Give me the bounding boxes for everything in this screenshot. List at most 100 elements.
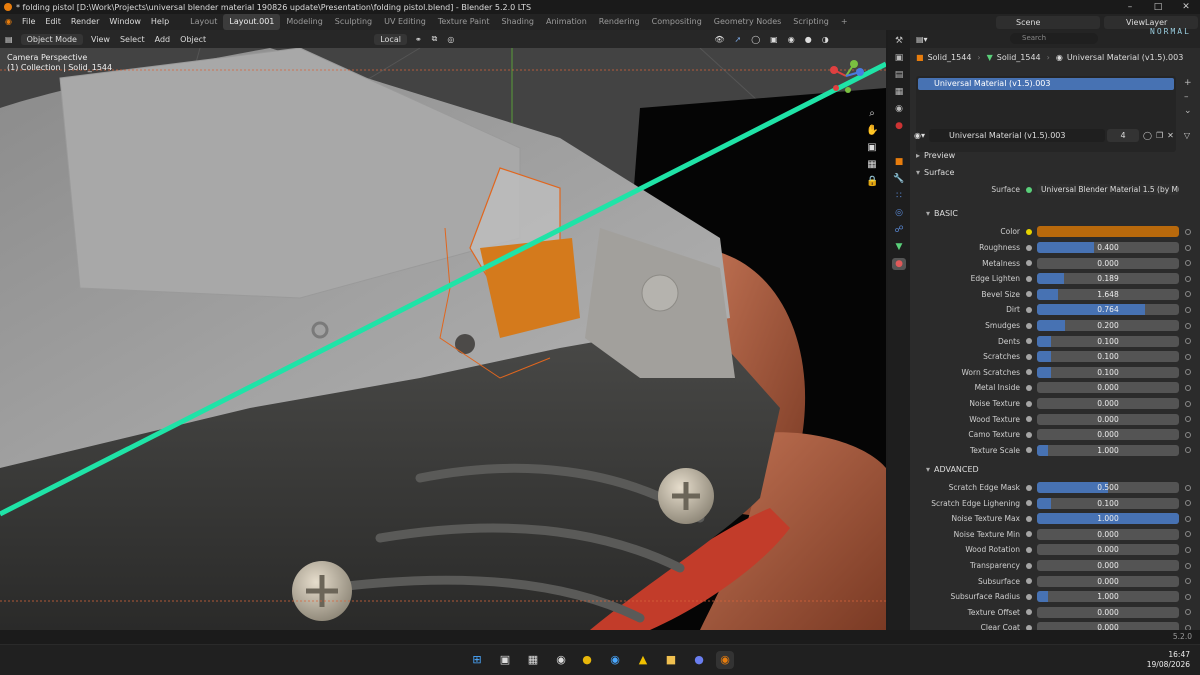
keyframe-dot[interactable] <box>1185 546 1191 553</box>
keyframe-dot[interactable] <box>1185 562 1191 569</box>
lock-icon[interactable]: 🔒 <box>866 176 878 188</box>
close-window-button[interactable]: ✕ <box>1172 0 1200 14</box>
keyframe-dot[interactable] <box>1185 275 1191 282</box>
render-tab-icon[interactable]: ▣ <box>892 52 906 64</box>
keyframe-dot[interactable] <box>1185 369 1191 376</box>
minimize-button[interactable]: – <box>1116 0 1144 14</box>
keyframe-dot[interactable] <box>1185 322 1191 329</box>
property-slider[interactable]: 0.000 <box>1037 575 1179 587</box>
property-slider[interactable]: 1.648 <box>1037 288 1179 300</box>
add-workspace-button[interactable]: + <box>835 14 854 30</box>
keyframe-dot[interactable] <box>1185 447 1191 454</box>
property-slider[interactable]: 1.000 <box>1037 444 1179 456</box>
keyframe-dot[interactable] <box>1185 260 1191 267</box>
keyframe-dot[interactable] <box>1185 500 1191 507</box>
property-slider[interactable]: 0.100 <box>1037 335 1179 347</box>
visibility-icon[interactable]: 👁 <box>709 35 729 44</box>
blender-taskbar-icon[interactable]: ◉ <box>716 651 734 669</box>
menu-file[interactable]: File <box>17 14 40 30</box>
menu-help[interactable]: Help <box>146 14 174 30</box>
keyframe-dot[interactable] <box>1185 306 1191 313</box>
panel-basic[interactable]: BASIC <box>924 206 1196 221</box>
menu-object[interactable]: Object <box>175 35 211 44</box>
menu-add[interactable]: Add <box>150 35 176 44</box>
property-slider[interactable]: 0.000 <box>1037 528 1179 540</box>
tab-layout[interactable]: Layout <box>184 14 223 30</box>
property-slider[interactable]: 1.000 <box>1037 591 1179 603</box>
keyframe-dot[interactable] <box>1185 484 1191 491</box>
menu-window[interactable]: Window <box>104 14 146 30</box>
chrome-icon[interactable]: ● <box>578 651 596 669</box>
add-slot-button[interactable]: + <box>1184 76 1192 90</box>
property-slider[interactable]: 0.000 <box>1037 544 1179 556</box>
keyframe-dot[interactable] <box>1185 578 1191 585</box>
zoom-icon[interactable]: ⌕ <box>866 108 878 120</box>
material-browse-icon[interactable]: ◉▾ <box>914 131 925 140</box>
tab-texture-paint[interactable]: Texture Paint <box>432 14 496 30</box>
keyframe-dot[interactable] <box>1185 338 1191 345</box>
store-icon[interactable]: ▦ <box>524 651 542 669</box>
tool-tab-icon[interactable]: ⚒ <box>892 35 906 47</box>
keyframe-dot[interactable] <box>1185 244 1191 251</box>
duplicate-material-icon[interactable]: ❐ <box>1156 131 1163 140</box>
steam-icon[interactable]: ◉ <box>606 651 624 669</box>
constraints-tab-icon[interactable]: ☍ <box>892 224 906 236</box>
keyframe-dot[interactable] <box>1185 400 1191 407</box>
property-slider[interactable]: 0.000 <box>1037 606 1179 618</box>
surface-shader-dropdown[interactable]: Universal Blender Material 1.5 (by Muns.… <box>1037 184 1179 195</box>
material-tab-icon[interactable]: ● <box>892 258 906 270</box>
tab-geometry-nodes[interactable]: Geometry Nodes <box>708 14 787 30</box>
property-slider[interactable]: 0.500 <box>1037 482 1179 493</box>
object-tab-icon[interactable]: ■ <box>892 156 906 168</box>
properties-search-input[interactable]: Search <box>1010 33 1098 44</box>
remove-slot-button[interactable]: – <box>1184 90 1192 104</box>
particles-tab-icon[interactable]: ∷ <box>892 190 906 202</box>
property-slider[interactable]: 0.100 <box>1037 366 1179 378</box>
keyframe-dot[interactable] <box>1185 593 1191 600</box>
panel-preview[interactable]: Preview <box>914 148 1196 163</box>
shield-icon[interactable]: ◉ <box>552 651 570 669</box>
panel-advanced[interactable]: ADVANCED <box>924 462 1196 477</box>
pivot-icon[interactable]: ⚭ <box>410 35 427 44</box>
menu-edit[interactable]: Edit <box>40 14 66 30</box>
tab-modeling[interactable]: Modeling <box>280 14 328 30</box>
tab-rendering[interactable]: Rendering <box>593 14 646 30</box>
keyframe-dot[interactable] <box>1185 416 1191 423</box>
proportional-edit-icon[interactable]: ◎ <box>442 35 459 44</box>
tab-scripting[interactable]: Scripting <box>787 14 835 30</box>
keyframe-dot[interactable] <box>1185 431 1191 438</box>
transform-orientation-dropdown[interactable]: Local <box>374 33 407 45</box>
start-icon[interactable]: ⊞ <box>468 651 486 669</box>
shading-rendered-icon[interactable]: ◑ <box>817 35 834 44</box>
view-layer-tab-icon[interactable]: ▦ <box>892 86 906 98</box>
property-slider[interactable]: 0.400 <box>1037 242 1179 253</box>
shading-material-icon[interactable]: ● <box>800 35 817 44</box>
tab-layout-001[interactable]: Layout.001 <box>223 14 281 30</box>
tab-shading[interactable]: Shading <box>495 14 540 30</box>
property-slider[interactable]: 0.000 <box>1037 429 1179 441</box>
panel-surface[interactable]: Surface <box>914 165 1196 180</box>
navigation-gizmo[interactable] <box>826 56 866 96</box>
property-slider[interactable]: 1.000 <box>1037 513 1179 525</box>
keyframe-dot[interactable] <box>1185 291 1191 298</box>
shading-wireframe-icon[interactable]: ◉ <box>783 35 800 44</box>
system-clock[interactable]: 16:47 19/08/2026 <box>1147 650 1190 670</box>
tab-sculpting[interactable]: Sculpting <box>329 14 378 30</box>
unlink-material-icon[interactable]: ✕ <box>1167 131 1174 140</box>
physics-tab-icon[interactable]: ◎ <box>892 207 906 219</box>
discord-icon[interactable]: ● <box>690 651 708 669</box>
editor-type-icon[interactable]: ▤ <box>0 35 18 44</box>
material-user-count[interactable]: 4 <box>1107 128 1139 142</box>
property-slider[interactable]: 0.000 <box>1037 413 1179 425</box>
property-slider[interactable]: 0.100 <box>1037 497 1179 509</box>
menu-render[interactable]: Render <box>66 14 104 30</box>
property-slider[interactable]: 0.000 <box>1037 257 1179 269</box>
xray-icon[interactable]: ▣ <box>765 35 783 44</box>
property-slider[interactable]: 0.189 <box>1037 273 1179 285</box>
keyframe-dot[interactable] <box>1185 353 1191 360</box>
world-tab-icon[interactable]: ● <box>892 120 906 132</box>
property-slider[interactable]: 0.764 <box>1037 304 1179 316</box>
snap-icon[interactable]: ⧉ <box>427 34 443 44</box>
keyframe-dot[interactable] <box>1185 228 1191 235</box>
property-slider[interactable]: 0.000 <box>1037 398 1179 409</box>
